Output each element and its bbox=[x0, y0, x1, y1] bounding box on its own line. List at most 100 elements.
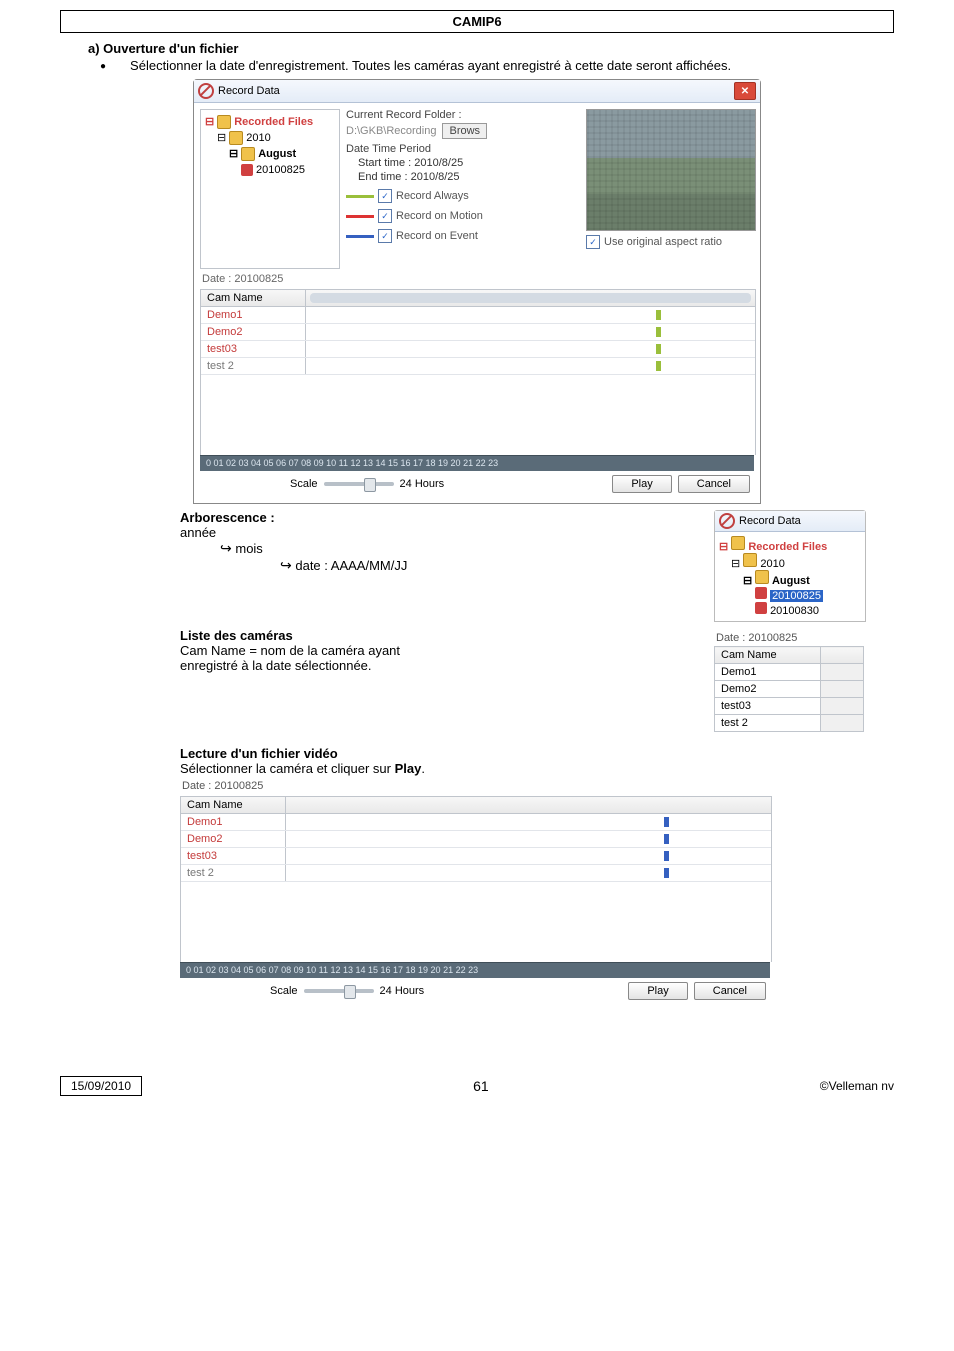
tree-date[interactable]: 20100825 bbox=[256, 162, 305, 178]
mini-month[interactable]: August bbox=[772, 575, 810, 587]
blip bbox=[664, 868, 669, 878]
mini-title: Record Data bbox=[739, 515, 801, 527]
app-icon bbox=[719, 513, 735, 529]
legend-event-color bbox=[346, 235, 374, 238]
play-button[interactable]: Play bbox=[612, 475, 671, 493]
table-row[interactable]: test03 bbox=[201, 341, 755, 358]
clb-cam: Demo1 bbox=[715, 664, 821, 681]
section-a-bullet: Sélectionner la date d'enregistrement. T… bbox=[130, 58, 731, 73]
record-icon bbox=[755, 602, 767, 614]
liste-cam-title: Liste des caméras bbox=[180, 628, 684, 643]
use-aspect-label: Use original aspect ratio bbox=[604, 236, 722, 248]
scale-value: 24 Hours bbox=[400, 478, 445, 490]
clb-cam: Demo2 bbox=[715, 681, 821, 698]
lecture-desc-bold: Play bbox=[395, 761, 422, 776]
checkbox-aspect[interactable]: ✓ bbox=[586, 235, 600, 249]
window-titlebar: Record Data ✕ bbox=[194, 80, 760, 103]
clb-side[interactable] bbox=[821, 647, 864, 664]
scale-slider-2[interactable] bbox=[304, 989, 374, 993]
mini-scroll[interactable] bbox=[310, 293, 751, 303]
mini-root[interactable]: Recorded Files bbox=[748, 541, 827, 553]
blip bbox=[656, 327, 661, 337]
table-row[interactable]: Demo2 bbox=[201, 324, 755, 341]
blip bbox=[664, 834, 669, 844]
liste-cam-desc2: enregistré à la date sélectionnée. bbox=[180, 658, 684, 673]
clb-date-value: 20100825 bbox=[748, 632, 797, 644]
blip bbox=[656, 344, 661, 354]
date-period-label: Date Time Period bbox=[346, 143, 580, 155]
lecture-title: Lecture d'un fichier vidéo bbox=[180, 746, 894, 761]
cam-name: test 2 bbox=[201, 358, 306, 374]
tree-root[interactable]: Recorded Files bbox=[234, 114, 313, 130]
arrow-icon: ↪ bbox=[220, 540, 232, 556]
table-row[interactable]: Demo2 bbox=[715, 681, 864, 698]
table-row[interactable]: test 2 bbox=[201, 358, 755, 375]
table-row[interactable]: test 2 bbox=[715, 715, 864, 732]
cam-name: test 2 bbox=[181, 865, 286, 881]
t2-scale-value: 24 Hours bbox=[380, 985, 425, 997]
section-a-title: a) Ouverture d'un fichier bbox=[88, 41, 894, 56]
mini-year[interactable]: 2010 bbox=[760, 558, 784, 570]
chk-always-label: Record Always bbox=[396, 190, 469, 202]
table-row[interactable]: Demo1 bbox=[181, 814, 771, 831]
folder-path: D:\GKB\Recording bbox=[346, 125, 436, 137]
footer-copy: ©Velleman nv bbox=[820, 1079, 894, 1093]
footer-date: 15/09/2010 bbox=[60, 1076, 142, 1096]
table-row[interactable]: test03 bbox=[715, 698, 864, 715]
tree-year[interactable]: 2010 bbox=[246, 130, 270, 146]
table-row[interactable]: Demo2 bbox=[181, 831, 771, 848]
clb-date-label: Date : bbox=[716, 632, 745, 644]
folder-icon bbox=[229, 131, 243, 145]
app-icon bbox=[198, 83, 214, 99]
start-time-value: 2010/8/25 bbox=[414, 157, 463, 169]
t2-scale-label: Scale bbox=[270, 985, 298, 997]
cam-header: Cam Name bbox=[201, 290, 306, 306]
tree-collapse-icon[interactable]: ⊟ bbox=[205, 114, 214, 130]
lecture-desc-pre: Sélectionner la caméra et cliquer sur bbox=[180, 761, 395, 776]
page-header: CAMIP6 bbox=[60, 10, 894, 33]
arbo-month: mois bbox=[235, 541, 262, 556]
cam-name: Demo1 bbox=[181, 814, 286, 830]
tree-collapse-icon[interactable]: ⊟ bbox=[217, 130, 226, 146]
tree-pane: ⊟ Recorded Files ⊟ 2010 ⊟ August 2010082… bbox=[200, 109, 340, 269]
legend-always-color bbox=[346, 195, 374, 198]
cam-name: Demo2 bbox=[181, 831, 286, 847]
folder-icon bbox=[241, 147, 255, 161]
blip bbox=[664, 817, 669, 827]
legend-motion-color bbox=[346, 215, 374, 218]
tree-collapse-icon[interactable]: ⊟ bbox=[229, 146, 238, 162]
footer-page: 61 bbox=[473, 1078, 489, 1094]
folder-icon bbox=[731, 536, 745, 550]
table-row[interactable]: Demo1 bbox=[715, 664, 864, 681]
table-row[interactable]: test 2 bbox=[181, 865, 771, 882]
cam-name: Demo2 bbox=[201, 324, 306, 340]
table-row[interactable]: test03 bbox=[181, 848, 771, 865]
cam-list-box: Date : 20100825 Cam Name Demo1 Demo2 tes… bbox=[714, 632, 864, 732]
mini-d1[interactable]: 20100825 bbox=[770, 590, 823, 602]
blip bbox=[656, 310, 661, 320]
date-label: Date : bbox=[202, 273, 231, 285]
browse-button[interactable]: Brows bbox=[442, 123, 487, 139]
cam-name: Demo1 bbox=[201, 307, 306, 323]
play-button-2[interactable]: Play bbox=[628, 982, 687, 1000]
mini-tree-window: Record Data ⊟ Recorded Files ⊟ 2010 ⊟ Au… bbox=[714, 510, 866, 622]
close-icon[interactable]: ✕ bbox=[734, 82, 756, 100]
blip bbox=[664, 851, 669, 861]
folder-icon bbox=[217, 115, 231, 129]
folder-icon bbox=[743, 553, 757, 567]
mini-d2[interactable]: 20100830 bbox=[770, 605, 819, 617]
checkbox-always[interactable]: ✓ bbox=[378, 189, 392, 203]
record-icon bbox=[755, 587, 767, 599]
scale-slider[interactable] bbox=[324, 482, 394, 486]
checkbox-event[interactable]: ✓ bbox=[378, 229, 392, 243]
bullet-dot: ● bbox=[100, 61, 106, 72]
cancel-button-2[interactable]: Cancel bbox=[694, 982, 766, 1000]
chk-event-label: Record on Event bbox=[396, 230, 478, 242]
tree-month[interactable]: August bbox=[258, 146, 296, 162]
timeline-ruler: 0 01 02 03 04 05 06 07 08 09 10 11 12 13… bbox=[200, 455, 754, 471]
table-row[interactable]: Demo1 bbox=[201, 307, 755, 324]
cam-name: test03 bbox=[201, 341, 306, 357]
checkbox-motion[interactable]: ✓ bbox=[378, 209, 392, 223]
cancel-button[interactable]: Cancel bbox=[678, 475, 750, 493]
preview-image bbox=[586, 109, 756, 231]
